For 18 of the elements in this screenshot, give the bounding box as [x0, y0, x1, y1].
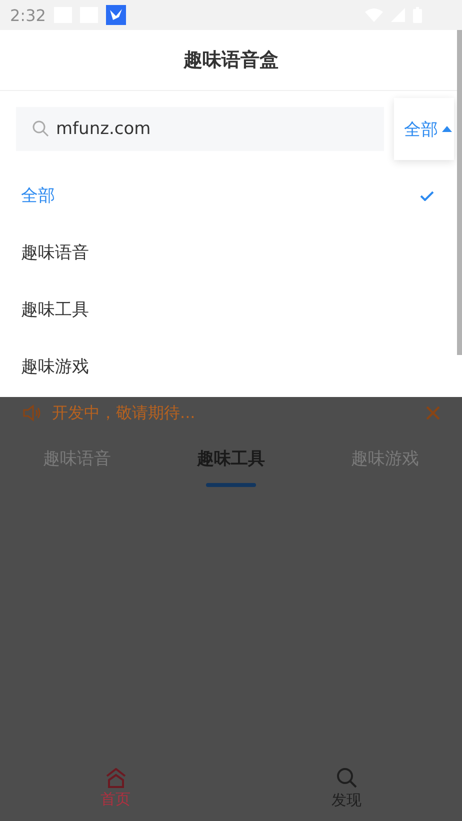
tab-indicator — [206, 483, 256, 487]
close-icon[interactable] — [426, 406, 440, 420]
check-icon — [420, 190, 434, 200]
search-field[interactable]: mfunz.com — [16, 107, 384, 151]
page-title: 趣味语音盒 — [184, 48, 278, 73]
dropdown-option[interactable]: 全部 — [0, 167, 456, 224]
speaker-icon — [22, 404, 42, 422]
dropdown-option[interactable]: 趣味工具 — [0, 281, 456, 338]
house-icon — [104, 768, 126, 788]
caret-icon — [442, 126, 452, 132]
notice-text: 开发中，敬请期待... — [52, 402, 196, 424]
dropdown-option[interactable]: 趣味游戏 — [0, 338, 456, 395]
category-dropdown[interactable]: 全部 — [394, 98, 454, 160]
dropdown-option[interactable]: 趣味语音 — [0, 224, 456, 281]
search-icon — [336, 766, 358, 788]
search-icon — [32, 120, 50, 138]
app-bird-icon — [106, 5, 126, 25]
status-time: 2:32 — [10, 6, 46, 24]
